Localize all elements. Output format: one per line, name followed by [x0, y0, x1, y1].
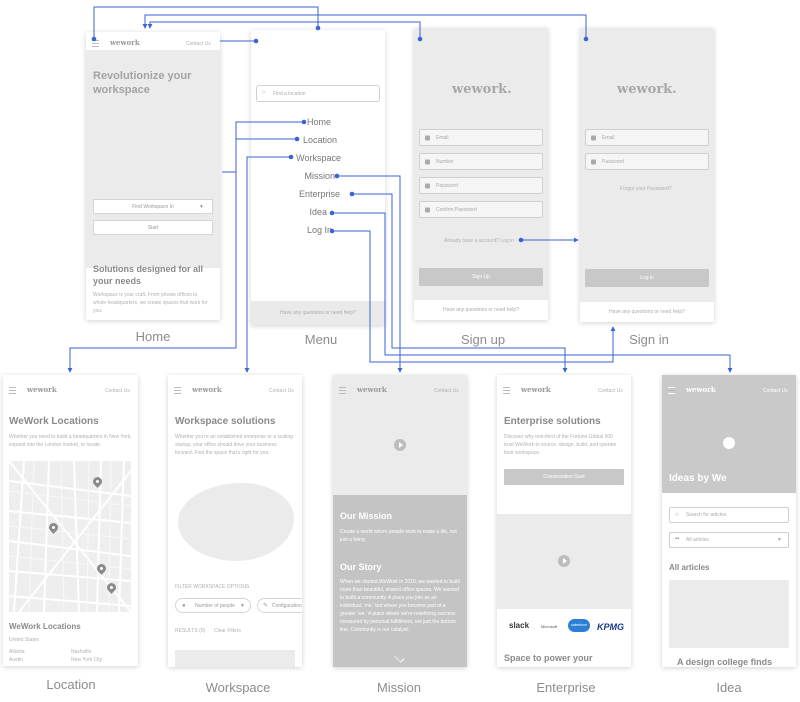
connector-dot [329, 210, 335, 216]
connector-menu-mission [337, 175, 403, 373]
connector-signup-home [147, 21, 421, 38]
flow-connectors [67, 6, 733, 373]
connector-menu-workspace [244, 156, 291, 373]
connector-dot [294, 136, 300, 142]
connector-menu-enterprise [352, 193, 568, 373]
connector-dot [91, 36, 97, 42]
connector-dot [329, 228, 335, 234]
connector-lines [67, 6, 733, 373]
connector-menu-location [67, 138, 297, 373]
connector-dot [334, 173, 340, 179]
connector-dot [518, 237, 524, 243]
connector-dot [583, 36, 589, 42]
connector-signin-home [142, 14, 587, 38]
connector-menu-home-item [222, 121, 304, 173]
connector-dot [301, 119, 307, 125]
connector-dot [349, 191, 355, 197]
connector-dot [253, 38, 259, 44]
connector-dots [91, 25, 589, 243]
connector-menu-login [332, 230, 616, 363]
connector-dot [417, 36, 423, 42]
connector-dot [315, 25, 321, 31]
connector-dot [288, 154, 294, 160]
